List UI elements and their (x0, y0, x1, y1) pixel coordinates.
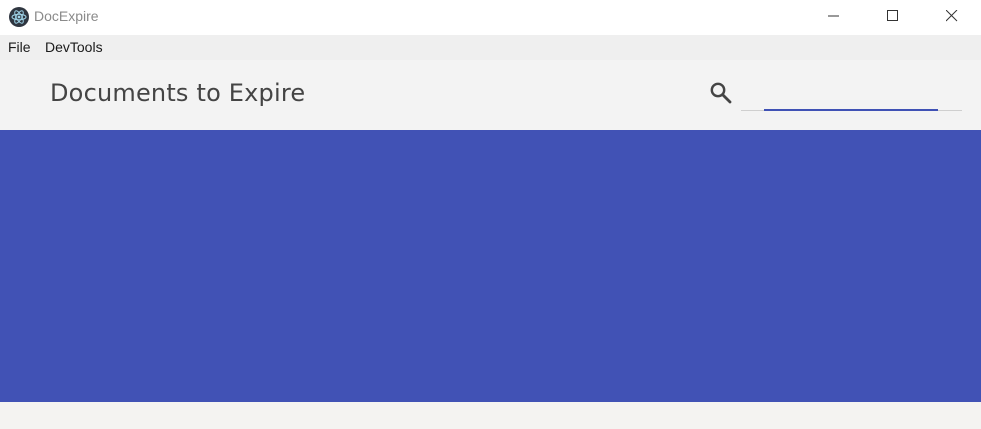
maximize-button[interactable] (870, 0, 916, 33)
menu-file[interactable]: File (8, 39, 31, 55)
title-bar[interactable]: DocExpire (0, 0, 981, 35)
menu-devtools[interactable]: DevTools (45, 39, 103, 55)
menu-bar: File DevTools (0, 35, 981, 60)
maximize-icon (887, 10, 898, 21)
minimize-icon (828, 15, 839, 17)
app-window: DocExpire File DevTools Documents to Exp… (0, 0, 981, 429)
window-title: DocExpire (34, 8, 99, 24)
page-title: Documents to Expire (50, 79, 306, 107)
search-underline-focus (764, 109, 938, 111)
close-icon (946, 10, 958, 22)
minimize-button[interactable] (811, 0, 857, 33)
search-icon[interactable] (709, 81, 733, 109)
page-background (0, 402, 981, 429)
search-input[interactable] (741, 84, 962, 110)
search-field[interactable] (741, 84, 962, 112)
close-button[interactable] (929, 0, 975, 33)
content-banner (0, 130, 981, 402)
electron-atom-icon (9, 7, 29, 27)
